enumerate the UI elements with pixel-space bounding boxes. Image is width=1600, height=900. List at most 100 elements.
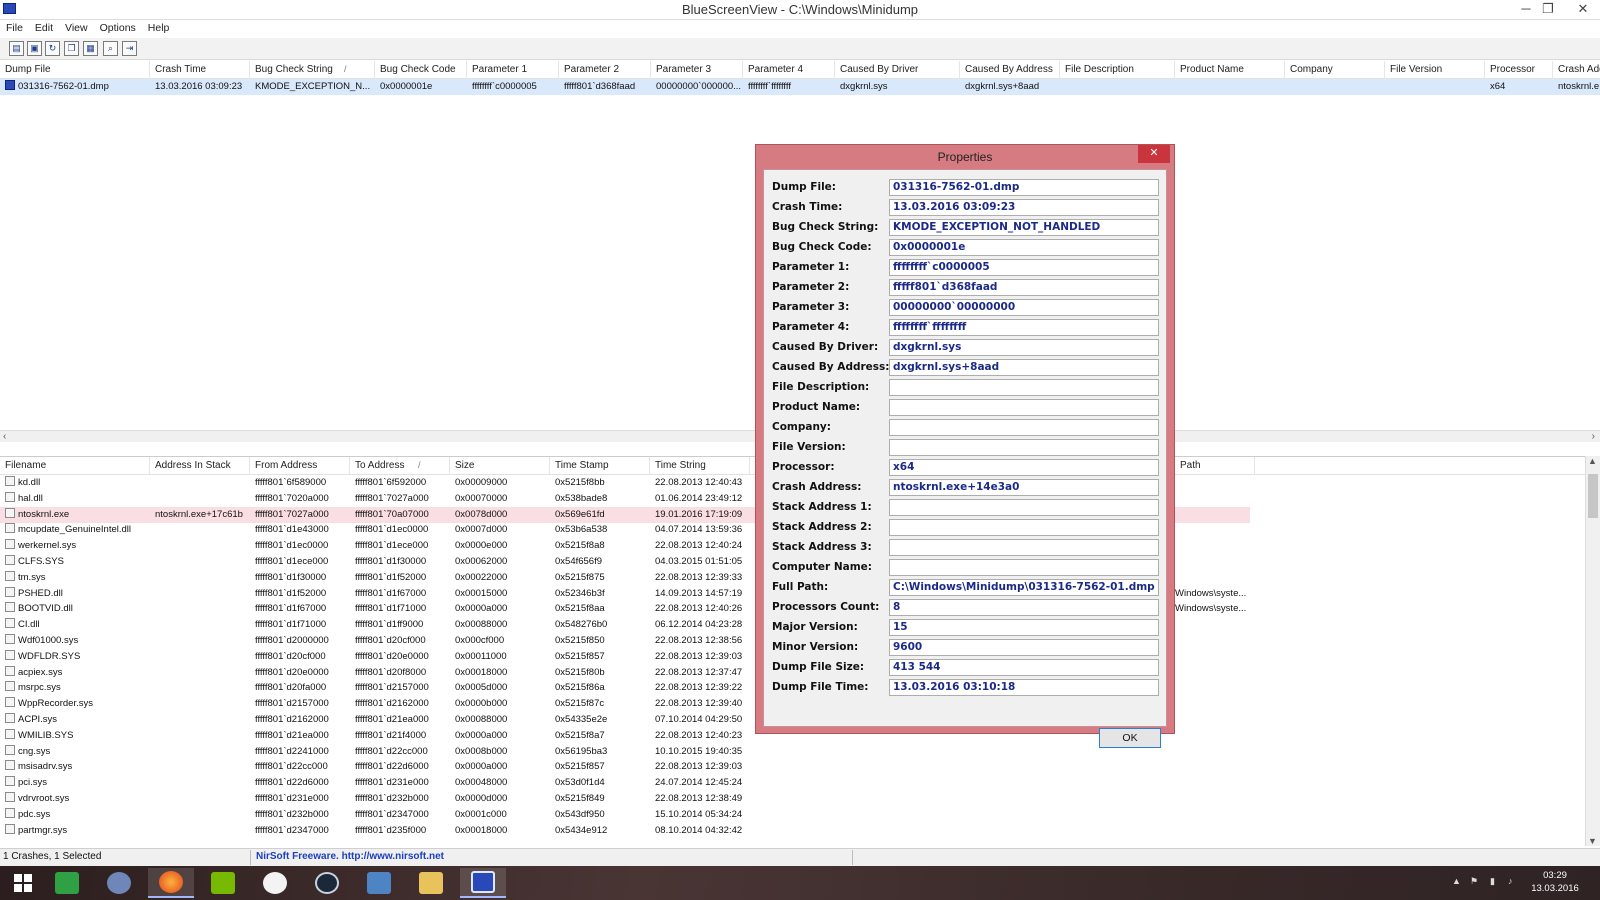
scroll-left-icon[interactable]: ‹ — [3, 431, 6, 442]
menu-options[interactable]: Options — [94, 20, 142, 36]
property-value-field[interactable]: 413 544 — [889, 659, 1159, 676]
table-row[interactable]: vdrvroot.sys fffff801`d231e000 fffff801`d2… — [0, 791, 1600, 807]
property-value-field[interactable]: dxgkrnl.sys — [889, 339, 1159, 356]
column-header[interactable]: Caused By Driver — [835, 61, 960, 79]
column-header[interactable]: Filename — [0, 457, 150, 475]
table-row[interactable]: msisadrv.sys fffff801`d22cc000 fffff801`d2… — [0, 759, 1600, 775]
column-header[interactable]: Bug Check String — [250, 61, 375, 79]
file-explorer-icon[interactable] — [408, 868, 454, 898]
save-icon[interactable]: ▣ — [27, 41, 42, 56]
column-header[interactable]: Caused By Address — [960, 61, 1060, 79]
property-value-field[interactable]: 15 — [889, 619, 1159, 636]
column-header[interactable]: Address In Stack — [150, 457, 250, 475]
column-header[interactable]: Parameter 1 — [467, 61, 559, 79]
property-value-field[interactable] — [889, 539, 1159, 556]
property-value-field[interactable] — [889, 379, 1159, 396]
scroll-up-icon[interactable]: ▲ — [1588, 456, 1597, 466]
nirsoft-link[interactable]: NirSoft Freeware. http://www.nirsoft.net — [256, 851, 444, 862]
property-value-field[interactable]: C:\Windows\Minidump\031316-7562-01.dmp — [889, 579, 1159, 596]
table-row[interactable]: pdc.sys fffff801`d232b000 fffff801`d234700… — [0, 807, 1600, 823]
itunes-icon[interactable] — [252, 868, 298, 898]
column-header[interactable]: Dump File — [0, 61, 150, 79]
monitor-app-icon[interactable] — [356, 868, 402, 898]
refresh-icon[interactable]: ↻ — [45, 41, 60, 56]
steam-icon[interactable] — [304, 868, 350, 898]
scroll-thumb[interactable] — [1588, 474, 1598, 518]
minimize-button[interactable]: ─ — [1515, 0, 1537, 20]
table-row[interactable]: 031316-7562-01.dmp 13.03.2016 03:09:23 KMO… — [0, 79, 1600, 95]
column-header[interactable]: Size — [450, 457, 550, 475]
property-value-field[interactable]: x64 — [889, 459, 1159, 476]
html-report-icon[interactable]: ▦ — [83, 41, 98, 56]
property-value-field[interactable]: 0x0000001e — [889, 239, 1159, 256]
restore-button[interactable]: ❐ — [1537, 0, 1559, 20]
store-icon[interactable] — [44, 868, 90, 898]
cell-text: 0x569e61fd — [555, 508, 605, 520]
menu-edit[interactable]: Edit — [29, 20, 59, 36]
property-value-field[interactable]: 9600 — [889, 639, 1159, 656]
column-header[interactable]: From Address — [250, 457, 350, 475]
column-header[interactable]: Bug Check Code — [375, 61, 467, 79]
column-header-path[interactable]: Path — [1175, 457, 1255, 475]
table-row[interactable]: pci.sys fffff801`d22d6000 fffff801`d231e00… — [0, 775, 1600, 791]
table-cell: fffff801`d1ff9000 — [350, 617, 450, 633]
close-window-button[interactable]: ✕ — [1568, 0, 1598, 20]
column-header[interactable]: Time Stamp — [550, 457, 650, 475]
vertical-scrollbar[interactable]: ▲ ▼ — [1585, 456, 1600, 846]
column-header[interactable]: Processor — [1485, 61, 1553, 79]
table-row[interactable]: partmgr.sys fffff801`d2347000 fffff801`d23… — [0, 823, 1600, 839]
column-header[interactable]: Company — [1285, 61, 1385, 79]
nvidia-icon[interactable] — [200, 868, 246, 898]
properties-icon[interactable]: ▤ — [9, 41, 24, 56]
scroll-down-icon[interactable]: ▼ — [1588, 836, 1597, 846]
property-value-field[interactable]: ntoskrnl.exe+14e3a0 — [889, 479, 1159, 496]
bluescreenview-icon[interactable] — [460, 868, 506, 898]
property-value-field[interactable] — [889, 499, 1159, 516]
property-value-field[interactable]: ffffffff`ffffffff — [889, 319, 1159, 336]
ok-button[interactable]: OK — [1099, 728, 1161, 748]
property-value-field[interactable]: KMODE_EXCEPTION_NOT_HANDLED — [889, 219, 1159, 236]
property-value-field[interactable] — [889, 419, 1159, 436]
column-header[interactable]: Product Name — [1175, 61, 1285, 79]
dialog-close-button[interactable]: ✕ — [1138, 145, 1170, 163]
property-value-field[interactable]: dxgkrnl.sys+8aad — [889, 359, 1159, 376]
property-value-field[interactable] — [889, 559, 1159, 576]
property-value-field[interactable]: 8 — [889, 599, 1159, 616]
copy-icon[interactable]: ❐ — [64, 41, 79, 56]
property-row: Crash Address: ntoskrnl.exe+14e3a0 — [764, 479, 1168, 497]
column-header[interactable]: File Version — [1385, 61, 1485, 79]
tray-overflow-icon[interactable]: ▲ — [1452, 876, 1461, 886]
menu-help[interactable]: Help — [142, 20, 176, 36]
column-header[interactable]: Parameter 4 — [743, 61, 835, 79]
property-value-field[interactable]: 13.03.2016 03:09:23 — [889, 199, 1159, 216]
clock[interactable]: 03:29 13.03.2016 — [1520, 869, 1590, 895]
table-row[interactable]: cng.sys fffff801`d2241000 fffff801`d22cc00… — [0, 744, 1600, 760]
menu-file[interactable]: File — [0, 20, 29, 36]
property-value-field[interactable]: ffffffff`c0000005 — [889, 259, 1159, 276]
volume-icon[interactable]: ♪ — [1508, 876, 1513, 886]
column-header[interactable]: Parameter 2 — [559, 61, 651, 79]
find-icon[interactable]: ⌕ — [103, 41, 118, 56]
firefox-icon[interactable] — [148, 868, 194, 898]
user-app-icon[interactable] — [96, 868, 142, 898]
property-value-field[interactable]: 00000000`00000000 — [889, 299, 1159, 316]
column-header[interactable]: To Address — [350, 457, 450, 475]
network-icon[interactable]: ▮ — [1490, 876, 1495, 887]
column-header[interactable]: Crash Time — [150, 61, 250, 79]
scroll-right-icon[interactable]: › — [1592, 431, 1595, 442]
property-value-field[interactable] — [889, 519, 1159, 536]
windows-start-icon[interactable] — [0, 868, 46, 898]
property-value-field[interactable]: 13.03.2016 03:10:18 — [889, 679, 1159, 696]
cell-text: 0x5215f8a8 — [555, 540, 605, 552]
menu-view[interactable]: View — [59, 20, 94, 36]
flag-icon[interactable]: ⚑ — [1470, 876, 1478, 887]
property-value-field[interactable] — [889, 439, 1159, 456]
property-value-field[interactable]: 031316-7562-01.dmp — [889, 179, 1159, 196]
column-header[interactable]: File Description — [1060, 61, 1175, 79]
column-header[interactable]: Time String — [650, 457, 750, 475]
column-header[interactable]: Crash Address — [1553, 61, 1600, 79]
property-value-field[interactable]: fffff801`d368faad — [889, 279, 1159, 296]
exit-icon[interactable]: ⇥ — [122, 41, 137, 56]
property-value-field[interactable] — [889, 399, 1159, 416]
column-header[interactable]: Parameter 3 — [651, 61, 743, 79]
